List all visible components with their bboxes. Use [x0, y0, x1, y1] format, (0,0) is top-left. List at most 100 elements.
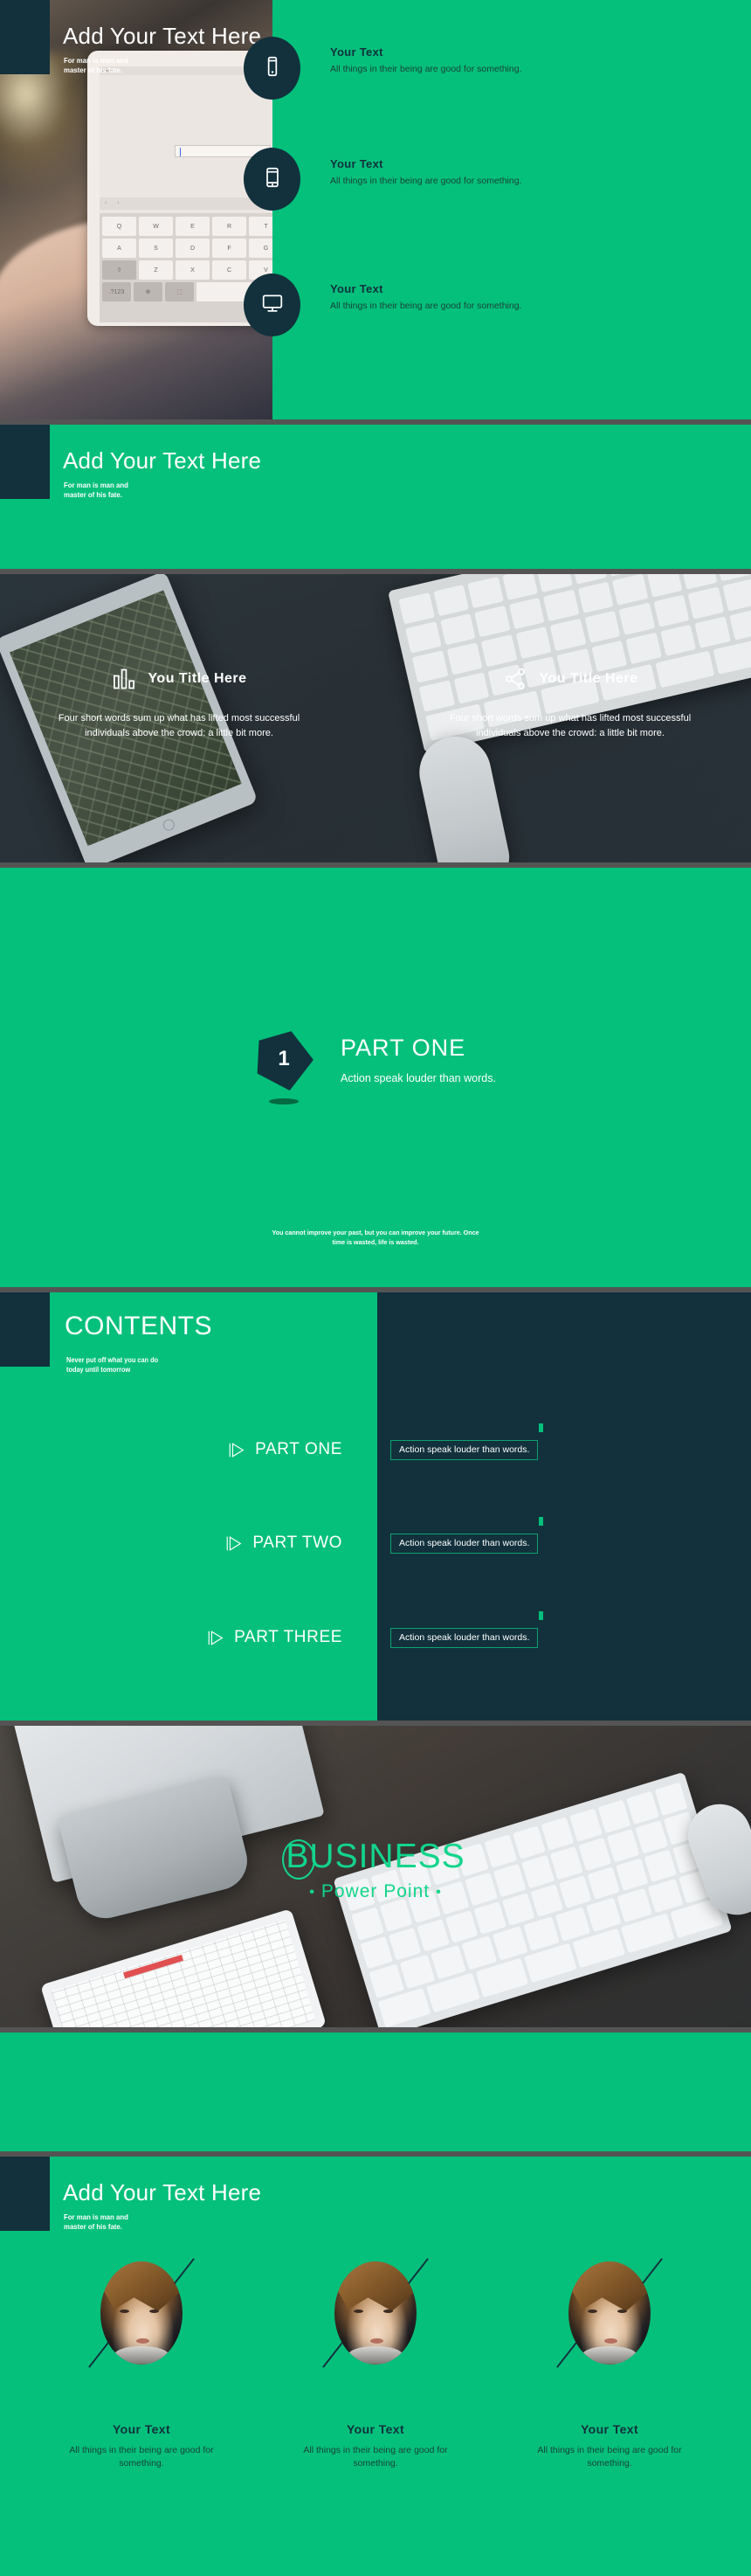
- slash-accent-top: [408, 2258, 429, 2284]
- slide-3-two-column: You Title Here Four short words sum up w…: [0, 574, 751, 862]
- avatar: [88, 2258, 195, 2368]
- desktop-monitor-icon: [261, 292, 284, 319]
- hair-shape: [338, 2261, 413, 2311]
- slide-5-contents: CONTENTS Never put off what you can do t…: [0, 1292, 751, 1721]
- slide-1-subtitle: For man is man and master of his fate.: [64, 56, 128, 74]
- diamond-shadow: [269, 1098, 300, 1104]
- slide-7-blank-green: [0, 2032, 751, 2151]
- person-portrait-avatar: [568, 2261, 651, 2365]
- play-triangle-icon: [228, 1441, 245, 1459]
- contents-row-1[interactable]: PART ONE Action speak louder than words.: [0, 1423, 751, 1467]
- contents-row-2-tick: [539, 1516, 544, 1526]
- slide-2-title: Add Your Text Here: [63, 447, 262, 474]
- team-card-3[interactable]: Your Text All things in their being are …: [518, 2258, 701, 2470]
- team-card-1-title: Your Text: [112, 2422, 171, 2436]
- eye-right: [617, 2309, 627, 2313]
- person-portrait-avatar: [100, 2261, 183, 2365]
- avatar: [556, 2258, 663, 2368]
- contents-row-1-label: PART ONE: [255, 1440, 342, 1458]
- magic-mouse-mock: [412, 730, 515, 862]
- play-triangle-icon: [207, 1629, 224, 1647]
- contents-row-2-label: PART TWO: [252, 1534, 342, 1552]
- slash-accent-bottom: [556, 2342, 577, 2368]
- column-1-heading: You Title Here: [26, 666, 332, 692]
- contents-row-3-right: Action speak louder than words.: [377, 1610, 544, 1648]
- part-title: PART ONE: [341, 1034, 466, 1061]
- contents-row-2[interactable]: PART TWO Action speak louder than words.: [0, 1516, 751, 1561]
- column-1-title: You Title Here: [148, 671, 247, 686]
- team-card-3-desc: All things in their being are good for s…: [537, 2445, 682, 2469]
- team-card-list: Your Text All things in their being are …: [0, 2258, 751, 2470]
- slide-3-column-1: You Title Here Four short words sum up w…: [26, 666, 332, 741]
- header-navy-block: [0, 0, 50, 74]
- feature-icon-circle-3[interactable]: [244, 274, 300, 336]
- feature-desc-2: All things in their being are good for s…: [330, 176, 522, 186]
- avatar: [322, 2258, 429, 2368]
- slash-accent-bottom: [88, 2342, 109, 2368]
- column-2-heading: You Title Here: [417, 666, 723, 692]
- hair-shape: [572, 2261, 647, 2311]
- feature-item-2: Your Text All things in their being are …: [330, 157, 679, 188]
- feature-icon-circle-2[interactable]: [244, 148, 300, 211]
- eye-left: [120, 2309, 129, 2313]
- bar-chart-icon: [111, 666, 137, 692]
- lips-shape: [136, 2338, 149, 2344]
- collar-shape: [348, 2346, 403, 2364]
- slash-accent-bottom: [322, 2342, 343, 2368]
- feature-desc-1: All things in their being are good for s…: [330, 64, 522, 74]
- part-number: 1: [278, 1047, 290, 1070]
- slide-2-subtitle: For man is man and master of his fate.: [64, 481, 128, 499]
- eye-right: [149, 2309, 159, 2313]
- contents-row-3[interactable]: PART THREE Action speak louder than word…: [0, 1610, 751, 1655]
- contents-row-2-left: PART TWO: [0, 1534, 377, 1553]
- play-triangle-icon: [225, 1534, 243, 1553]
- cover-subtitle: • Power Point •: [0, 1881, 751, 1902]
- column-1-body: Four short words sum up what has lifted …: [58, 713, 300, 738]
- contents-row-3-left: PART THREE: [0, 1628, 377, 1647]
- lips-shape: [604, 2338, 617, 2344]
- feature-icon-circle-1[interactable]: [244, 37, 300, 100]
- slash-accent-top: [174, 2258, 195, 2284]
- hair-shape: [104, 2261, 179, 2311]
- slide-8-team-cards: Add Your Text Here For man is man and ma…: [0, 2157, 751, 2576]
- contents-row-3-label: PART THREE: [234, 1628, 342, 1646]
- eye-left: [354, 2309, 363, 2313]
- slide-3-column-2: You Title Here Four short words sum up w…: [417, 666, 723, 741]
- share-nodes-icon: [502, 666, 528, 692]
- team-card-3-title: Your Text: [580, 2422, 639, 2436]
- mobile-phone-icon: [261, 55, 284, 82]
- cover-title: BUSINESS: [282, 1838, 465, 1880]
- contents-title: CONTENTS: [65, 1312, 212, 1340]
- contents-row-1-left: PART ONE: [0, 1440, 377, 1459]
- header-navy-block: [0, 1292, 50, 1367]
- tablet-nav-row: ‹ ›: [100, 197, 272, 210]
- bullet-dot-right: •: [435, 1883, 442, 1901]
- slide-8-subtitle: For man is man and master of his fate.: [64, 2212, 128, 2231]
- eye-right: [383, 2309, 393, 2313]
- column-2-title: You Title Here: [539, 671, 638, 686]
- team-card-1[interactable]: Your Text All things in their being are …: [50, 2258, 233, 2470]
- slide-6-title-cover: BUSINESS • Power Point •: [0, 1726, 751, 2027]
- slide-1-features: iPad ᯤ ‹ › QWERT ASDFG ⇧ Z X C V .?123 ⊕ ⬚ Add…: [0, 0, 751, 419]
- part-divider-group: 1 PART ONE Action speak louder than word…: [0, 1030, 751, 1104]
- feature-item-3: Your Text All things in their being are …: [330, 282, 679, 313]
- header-navy-block: [0, 425, 50, 499]
- ipad-home-button: [161, 817, 176, 833]
- feature-desc-3: All things in their being are good for s…: [330, 301, 522, 311]
- slide-1-title: Add Your Text Here: [63, 23, 262, 49]
- ipad-calendar-mock: [40, 1908, 327, 2027]
- team-card-1-desc: All things in their being are good for s…: [69, 2445, 214, 2469]
- person-portrait-avatar: [334, 2261, 417, 2365]
- feature-title-1: Your Text: [330, 45, 383, 59]
- part-number-diamond: 1: [255, 1030, 313, 1104]
- lips-shape: [370, 2338, 383, 2344]
- column-2-body: Four short words sum up what has lifted …: [449, 713, 692, 738]
- slide-deck: iPad ᯤ ‹ › QWERT ASDFG ⇧ Z X C V .?123 ⊕ ⬚ Add…: [0, 0, 751, 2576]
- team-card-2[interactable]: Your Text All things in their being are …: [284, 2258, 467, 2470]
- contents-row-3-tick: [539, 1610, 544, 1620]
- header-navy-block: [0, 2157, 50, 2231]
- slide-4-footer-quote: You cannot improve your past, but you ca…: [272, 1229, 479, 1246]
- team-card-2-desc: All things in their being are good for s…: [303, 2445, 448, 2469]
- contents-row-2-right: Action speak louder than words.: [377, 1516, 544, 1554]
- cover-subtitle-text: Power Point: [320, 1881, 431, 1901]
